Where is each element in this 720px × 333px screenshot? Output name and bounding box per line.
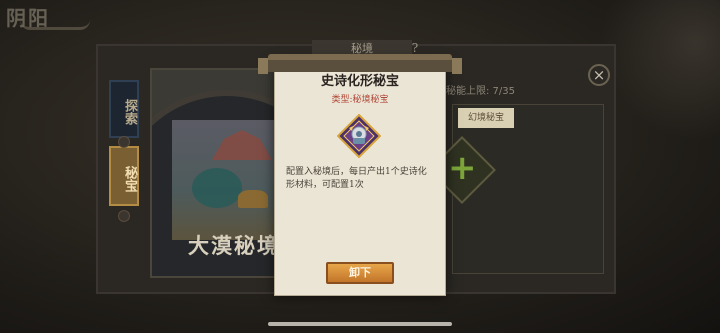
realm-name: 大漠秘境 xyxy=(188,233,280,258)
unload-button[interactable]: 卸下 xyxy=(326,262,394,284)
resource-counter-1 xyxy=(584,6,644,24)
resource-counter-2 xyxy=(650,6,710,24)
treasure-description: 配置入秘境后，每日产出1个史诗化形材料，可配置1次 xyxy=(286,167,427,190)
tab-secret-treasure[interactable]: 秘宝 xyxy=(109,146,139,206)
tab-illusion-treasure[interactable]: 幻境秘宝 xyxy=(458,108,514,128)
home-indicator[interactable] xyxy=(268,322,452,326)
scroll-roller xyxy=(262,60,458,72)
treasure-item-icon xyxy=(336,113,382,159)
treasure-type: 类型:秘境秘宝 xyxy=(331,95,389,105)
tab-ornament xyxy=(118,210,130,222)
scroll-cap-left xyxy=(258,58,268,74)
tab-explore[interactable]: 探索 xyxy=(109,80,139,138)
logo-swoosh xyxy=(20,20,90,30)
scroll-cap-right xyxy=(452,58,462,74)
tab-ornament xyxy=(118,136,130,148)
scene-tree xyxy=(192,168,242,208)
add-icon[interactable]: + xyxy=(448,151,477,185)
scene-camel xyxy=(238,190,268,208)
popup-title: 史诗化形秘宝 xyxy=(320,74,399,89)
energy-limit: 秘能上限: 7/35 xyxy=(446,86,516,97)
slot-hint xyxy=(494,258,584,270)
close-icon[interactable]: × xyxy=(588,64,610,86)
